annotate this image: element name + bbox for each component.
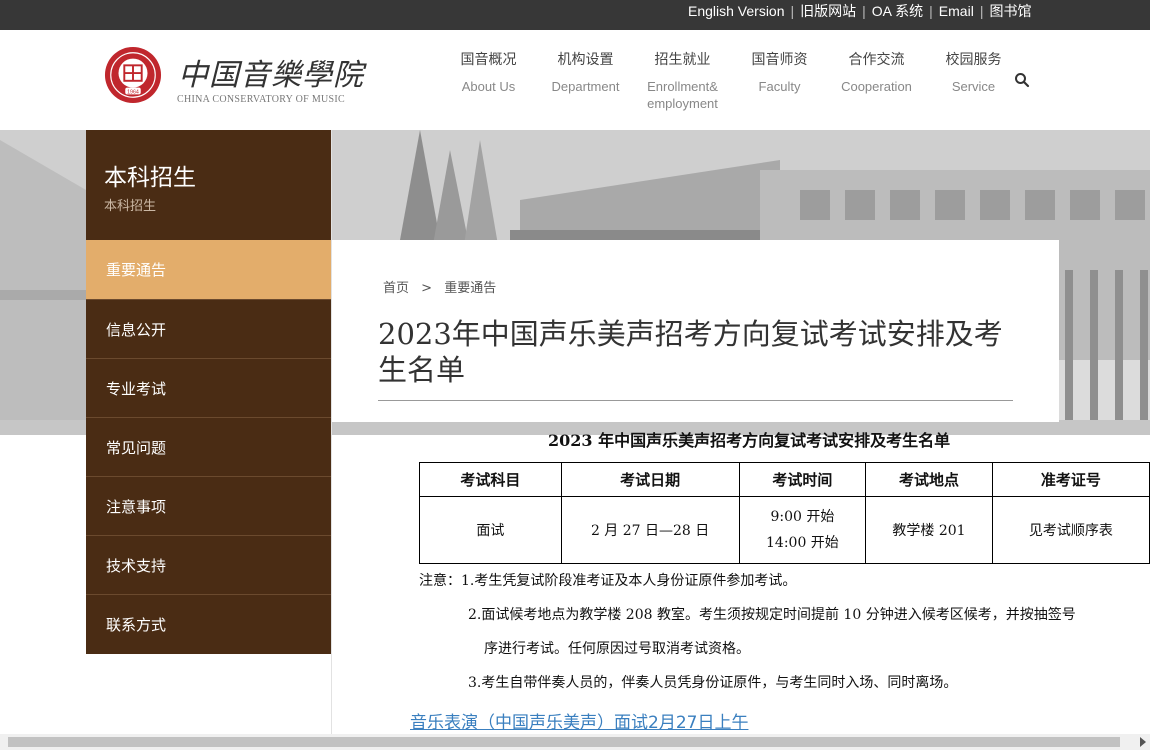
exam-time-afternoon: 14:00 开始	[766, 535, 839, 551]
breadcrumb-separator: >	[421, 281, 433, 296]
top-links: English Version | 旧版网站 | OA 系统 | Email |…	[682, 0, 1037, 22]
top-bar: English Version | 旧版网站 | OA 系统 | Email |…	[0, 0, 1150, 30]
table-header: 考试地点	[865, 462, 993, 497]
exam-subject-cell: 面试	[419, 496, 562, 564]
sidebar-item-notices[interactable]: 重要通告	[86, 240, 331, 299]
exam-time-cell: 9:00 开始 14:00 开始	[738, 496, 867, 564]
exam-date-cell: 2 月 27 日—28 日	[560, 496, 740, 564]
exam-place-cell: 教学楼 201	[865, 496, 993, 564]
nav-label-en: Faculty	[758, 79, 801, 94]
nav-service[interactable]: 校园服务 Service	[925, 50, 1022, 112]
nav-label-en-line2: employment	[647, 96, 718, 111]
exam-time-morning: 9:00 开始	[770, 509, 835, 525]
exam-schedule-table: 考试科目 考试日期 考试时间 考试地点 准考证号 面试 2 月 27 日—28 …	[419, 462, 1150, 564]
nav-label-cn: 招生就业	[654, 52, 711, 68]
page-title: 2023年中国声乐美声招考方向复试考试安排及考生名单	[378, 317, 1003, 387]
sidebar-item-contact[interactable]: 联系方式	[86, 594, 331, 653]
school-seal-icon[interactable]: 1964	[104, 46, 162, 104]
nav-label-en-line1: Enrollment&	[647, 79, 718, 94]
note-line-3: 3.考生自带伴奏人员的，伴奏人员凭身份证原件，与考生同时入场、同时离场。	[468, 675, 958, 691]
breadcrumb-home[interactable]: 首页	[383, 281, 409, 296]
nav-label-en: Department	[551, 79, 620, 94]
sidebar-item-notes[interactable]: 注意事项	[86, 476, 331, 535]
sidebar-item-tech-support[interactable]: 技术支持	[86, 535, 331, 594]
table-header-row: 考试科目 考试日期 考试时间 考试地点 准考证号	[419, 462, 1150, 497]
breadcrumb-current[interactable]: 重要通告	[444, 281, 496, 296]
note-line-1: 注意：1.考生凭复试阶段准考证及本人身份证原件参加考试。	[419, 570, 796, 590]
old-site-link[interactable]: 旧版网站	[794, 1, 862, 21]
table-row: 面试 2 月 27 日—28 日 9:00 开始 14:00 开始 教学楼 20…	[419, 496, 1150, 564]
nav-cooperation[interactable]: 合作交流 Cooperation	[828, 50, 925, 112]
oa-system-link[interactable]: OA 系统	[866, 1, 929, 21]
nav-label-en: Service	[951, 79, 996, 94]
search-icon[interactable]	[1014, 72, 1030, 88]
sidebar-title: 本科招生	[104, 165, 196, 191]
table-header: 考试日期	[560, 462, 740, 497]
sidebar-item-exams[interactable]: 专业考试	[86, 358, 331, 417]
sidebar: 本科招生 本科招生 重要通告 信息公开 专业考试 常见问题 注意事项 技术支持 …	[86, 130, 331, 654]
document-heading: 2023 年中国声乐美声招考方向复试考试安排及考生名单	[548, 431, 951, 450]
nav-label-cn: 国音概况	[460, 52, 517, 68]
school-name-en: CHINA CONSERVATORY OF MUSIC	[177, 94, 345, 105]
note-text: 1.考生凭复试阶段准考证及本人身份证原件参加考试。	[461, 573, 797, 589]
note-line-2: 2.面试候考地点为教学楼 208 教室。考生须按规定时间提前 10 分钟进入候考…	[468, 607, 1076, 623]
table-header: 准考证号	[991, 462, 1150, 497]
nav-enrollment[interactable]: 招生就业 Enrollment& employment	[634, 50, 731, 112]
school-name-cn[interactable]: 中国音樂學院	[178, 50, 364, 94]
table-header: 考试科目	[419, 462, 562, 497]
english-version-link[interactable]: English Version	[682, 3, 791, 19]
breadcrumb: 首页 > 重要通告	[383, 277, 504, 296]
nav-label-cn: 国音师资	[751, 52, 808, 68]
nav-department[interactable]: 机构设置 Department	[537, 50, 634, 112]
table-header: 考试时间	[738, 462, 867, 497]
sidebar-item-faq[interactable]: 常见问题	[86, 417, 331, 476]
notes-prefix: 注意：	[419, 573, 461, 589]
library-link[interactable]: 图书馆	[983, 1, 1037, 21]
nav-label-cn: 合作交流	[848, 52, 905, 68]
nav-label-cn: 机构设置	[557, 52, 614, 68]
sidebar-menu: 重要通告 信息公开 专业考试 常见问题 注意事项 技术支持 联系方式	[86, 240, 331, 653]
sidebar-subtitle: 本科招生	[104, 199, 157, 214]
seal-year: 1964	[127, 89, 139, 95]
nav-about[interactable]: 国音概况 About Us	[440, 50, 537, 112]
sidebar-item-disclosure[interactable]: 信息公开	[86, 299, 331, 358]
note-line-2-cont: 序进行考试。任何原因过号取消考试资格。	[484, 641, 750, 657]
content-divider	[331, 130, 332, 750]
nav-label-en: About Us	[461, 79, 516, 94]
email-link[interactable]: Email	[933, 3, 980, 19]
horizontal-scrollbar[interactable]	[0, 734, 1150, 750]
title-divider	[378, 400, 1013, 401]
scroll-right-arrow-icon[interactable]	[1140, 737, 1146, 747]
scrollbar-thumb[interactable]	[8, 737, 1120, 747]
site-header: 1964 中国音樂學院 CHINA CONSERVATORY OF MUSIC …	[0, 30, 1150, 130]
nav-label-en: Enrollment& employment	[634, 78, 731, 112]
main-nav: 国音概况 About Us 机构设置 Department 招生就业 Enrol…	[440, 50, 1022, 112]
nav-faculty[interactable]: 国音师资 Faculty	[731, 50, 828, 112]
nav-label-cn: 校园服务	[945, 52, 1002, 68]
interview-schedule-link[interactable]: 音乐表演（中国声乐美声）面试2月27日上午	[410, 708, 748, 733]
nav-label-en: Cooperation	[841, 79, 912, 94]
ticket-number-cell: 见考试顺序表	[991, 496, 1150, 564]
